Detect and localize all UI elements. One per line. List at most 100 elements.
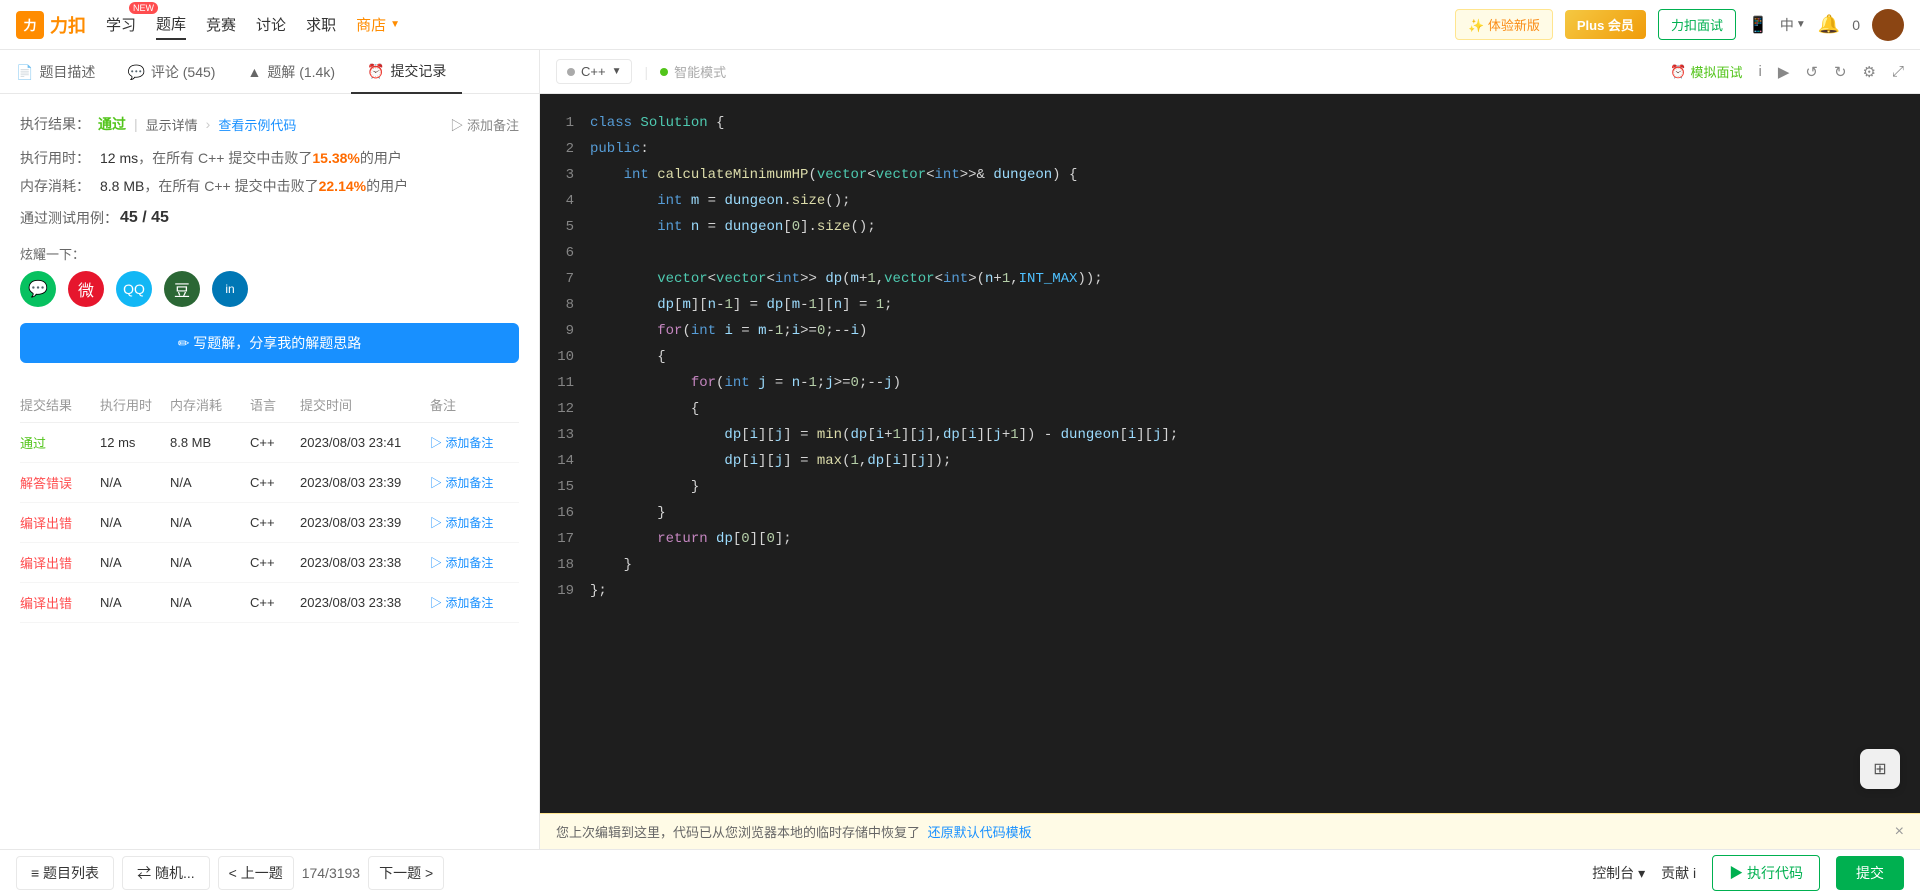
code-line-14: 14 dp[i][j] = max(1,dp[i][j]); xyxy=(540,448,1920,474)
table-row: 编译出错 N/A N/A C++ 2023/08/03 23:38 ▷ 添加备注 xyxy=(20,583,519,623)
next-btn[interactable]: 下一题 > xyxy=(368,856,444,890)
console-btn[interactable]: 控制台 ▾ xyxy=(1592,863,1645,883)
add-note-2[interactable]: ▷ 添加备注 xyxy=(430,514,510,531)
nav-contest[interactable]: 竞赛 xyxy=(206,10,236,39)
experience-btn[interactable]: ✨ 体验新版 xyxy=(1455,9,1553,40)
run-icon[interactable]: ▶ xyxy=(1778,63,1790,81)
new-badge: NEW xyxy=(129,2,158,14)
logo[interactable]: 力 力扣 xyxy=(16,11,86,39)
add-note-3[interactable]: ▷ 添加备注 xyxy=(430,554,510,571)
tab-submissions[interactable]: ⏰ 提交记录 xyxy=(351,50,462,94)
nav-shop[interactable]: 商店 ▼ xyxy=(356,10,400,39)
status-compile-5[interactable]: 编译出错 xyxy=(20,593,100,612)
editor-right-actions: ⏰ 模拟面试 i ▶ ↺ ↻ ⚙ ⤢ xyxy=(1670,62,1904,81)
share-section: 炫耀一下： 💬 微 QQ 豆 in xyxy=(20,244,519,307)
code-line-8: 8 dp[m][n-1] = dp[m-1][n] = 1; xyxy=(540,292,1920,318)
status-error[interactable]: 解答错误 xyxy=(20,473,100,492)
mock-interview-btn[interactable]: ⏰ 模拟面试 xyxy=(1670,62,1742,81)
table-row: 通过 12 ms 8.8 MB C++ 2023/08/03 23:41 ▷ 添… xyxy=(20,423,519,463)
weibo-icon[interactable]: 微 xyxy=(68,271,104,307)
code-editor[interactable]: 1 class Solution { 2 public: 3 int calcu… xyxy=(540,94,1920,813)
metric-time: 执行用时： 12 ms ，在所有 C++ 提交中击败了 15.38% 的用户 xyxy=(20,148,519,168)
wechat-icon[interactable]: 💬 xyxy=(20,271,56,307)
table-row: 解答错误 N/A N/A C++ 2023/08/03 23:39 ▷ 添加备注 xyxy=(20,463,519,503)
add-note-1[interactable]: ▷ 添加备注 xyxy=(430,474,510,491)
result-info: 执行结果： 通过 | 显示详情 › 查看示例代码 xyxy=(20,114,296,134)
qq-icon[interactable]: QQ xyxy=(116,271,152,307)
logo-text: 力扣 xyxy=(50,12,86,38)
phone-icon[interactable]: 📱 xyxy=(1748,15,1768,35)
page-info: 174/3193 xyxy=(302,865,360,881)
table-row: 编译出错 N/A N/A C++ 2023/08/03 23:39 ▷ 添加备注 xyxy=(20,503,519,543)
linkedin-icon[interactable]: in xyxy=(212,271,248,307)
code-line-13: 13 dp[i][j] = min(dp[i+1][j],dp[i][j+1])… xyxy=(540,422,1920,448)
right-panel-wrapper: 1 class Solution { 2 public: 3 int calcu… xyxy=(540,94,1920,849)
float-action-btn[interactable]: ⊞ xyxy=(1860,749,1900,789)
random-btn[interactable]: ⇄ 随机... xyxy=(122,856,210,890)
code-line-1: 1 class Solution { xyxy=(540,110,1920,136)
code-line-16: 16 } xyxy=(540,500,1920,526)
restore-default-link[interactable]: 还原默认代码模板 xyxy=(928,825,1032,840)
write-solution-btn[interactable]: ✏ 写题解，分享我的解题思路 xyxy=(20,323,519,363)
tab-comments[interactable]: 💬 评论 (545) xyxy=(111,50,231,94)
settings-icon[interactable]: ⚙ xyxy=(1863,63,1876,81)
smart-mode[interactable]: 智能模式 xyxy=(660,62,726,81)
info-icon[interactable]: i xyxy=(1758,63,1761,80)
code-line-15: 15 } xyxy=(540,474,1920,500)
nav-jobs[interactable]: 求职 xyxy=(306,10,336,39)
nav-right: ✨ 体验新版 Plus 会员 力扣面试 📱 中▼ 🔔 0 xyxy=(1455,9,1904,41)
close-notification-btn[interactable]: × xyxy=(1895,823,1904,841)
submissions-table: 提交结果 执行用时 内存消耗 语言 提交时间 备注 通过 12 ms 8.8 M… xyxy=(20,387,519,623)
status-compile-4[interactable]: 编译出错 xyxy=(20,553,100,572)
nav-discuss[interactable]: 讨论 xyxy=(256,10,286,39)
table-row: 编译出错 N/A N/A C++ 2023/08/03 23:38 ▷ 添加备注 xyxy=(20,543,519,583)
lang-selector[interactable]: 中▼ xyxy=(1780,15,1806,35)
code-line-6: 6 xyxy=(540,240,1920,266)
second-nav: 📄 题目描述 💬 评论 (545) ▲ 题解 (1.4k) ⏰ 提交记录 C++… xyxy=(0,50,1920,94)
separator: | xyxy=(134,116,138,132)
nav-learn[interactable]: 学习 NEW xyxy=(106,10,136,39)
tab-description[interactable]: 📄 题目描述 xyxy=(0,50,111,94)
share-icons: 💬 微 QQ 豆 in xyxy=(20,271,519,307)
add-note-4[interactable]: ▷ 添加备注 xyxy=(430,594,510,611)
code-line-10: 10 { xyxy=(540,344,1920,370)
code-line-11: 11 for(int j = n-1;j>=0;--j) xyxy=(540,370,1920,396)
status-pass[interactable]: 通过 xyxy=(20,433,100,452)
code-line-12: 12 { xyxy=(540,396,1920,422)
top-nav: 力 力扣 学习 NEW 题库 竞赛 讨论 求职 商店 ▼ ✨ 体验新版 Plus… xyxy=(0,0,1920,50)
undo-icon[interactable]: ↺ xyxy=(1805,63,1818,81)
bell-icon[interactable]: 🔔 xyxy=(1818,14,1840,35)
expand-icon[interactable]: ⤢ xyxy=(1892,63,1904,80)
notification-count: 0 xyxy=(1852,17,1860,33)
metric-memory: 内存消耗： 8.8 MB ，在所有 C++ 提交中击败了 22.14% 的用户 xyxy=(20,176,519,196)
add-note-btn[interactable]: ▷ 添加备注 xyxy=(450,115,519,134)
example-link[interactable]: 查看示例代码 xyxy=(218,115,296,134)
code-line-9: 9 for(int i = m-1;i>=0;--i) xyxy=(540,318,1920,344)
prev-btn[interactable]: < 上一题 xyxy=(218,856,294,890)
tab-solutions[interactable]: ▲ 题解 (1.4k) xyxy=(231,50,351,94)
result-label: 执行结果： xyxy=(20,114,90,134)
submit-btn[interactable]: 提交 xyxy=(1836,856,1904,890)
list-btn[interactable]: ≡ 题目列表 xyxy=(16,856,114,890)
status-compile-3[interactable]: 编译出错 xyxy=(20,513,100,532)
smart-dot xyxy=(660,68,668,76)
redo-icon[interactable]: ↻ xyxy=(1834,63,1847,81)
bottom-left-actions: ≡ 题目列表 ⇄ 随机... < 上一题 174/3193 下一题 > xyxy=(16,856,556,890)
avatar[interactable] xyxy=(1872,9,1904,41)
nav-problems[interactable]: 题库 xyxy=(156,9,186,40)
code-line-4: 4 int m = dungeon.size(); xyxy=(540,188,1920,214)
douban-icon[interactable]: 豆 xyxy=(164,271,200,307)
code-line-5: 5 int n = dungeon[0].size(); xyxy=(540,214,1920,240)
interview-btn[interactable]: 力扣面试 xyxy=(1658,9,1736,40)
lang-selector-editor[interactable]: C++ ▼ xyxy=(556,59,632,84)
contribute-btn[interactable]: 贡献 i xyxy=(1661,863,1696,883)
code-line-7: 7 vector<vector<int>> dp(m+1,vector<int>… xyxy=(540,266,1920,292)
plus-btn[interactable]: Plus 会员 xyxy=(1565,10,1646,39)
add-note-0[interactable]: ▷ 添加备注 xyxy=(430,434,510,451)
detail-link[interactable]: 显示详情 xyxy=(146,115,198,134)
code-line-19: 19 }; xyxy=(540,578,1920,604)
code-line-18: 18 } xyxy=(540,552,1920,578)
run-code-btn[interactable]: ▶ 执行代码 xyxy=(1712,855,1820,891)
left-panel: 执行结果： 通过 | 显示详情 › 查看示例代码 ▷ 添加备注 执行用时： 12… xyxy=(0,94,540,849)
editor-toolbar: C++ ▼ | 智能模式 ⏰ 模拟面试 i ▶ ↺ ↻ ⚙ ⤢ xyxy=(540,50,1920,93)
